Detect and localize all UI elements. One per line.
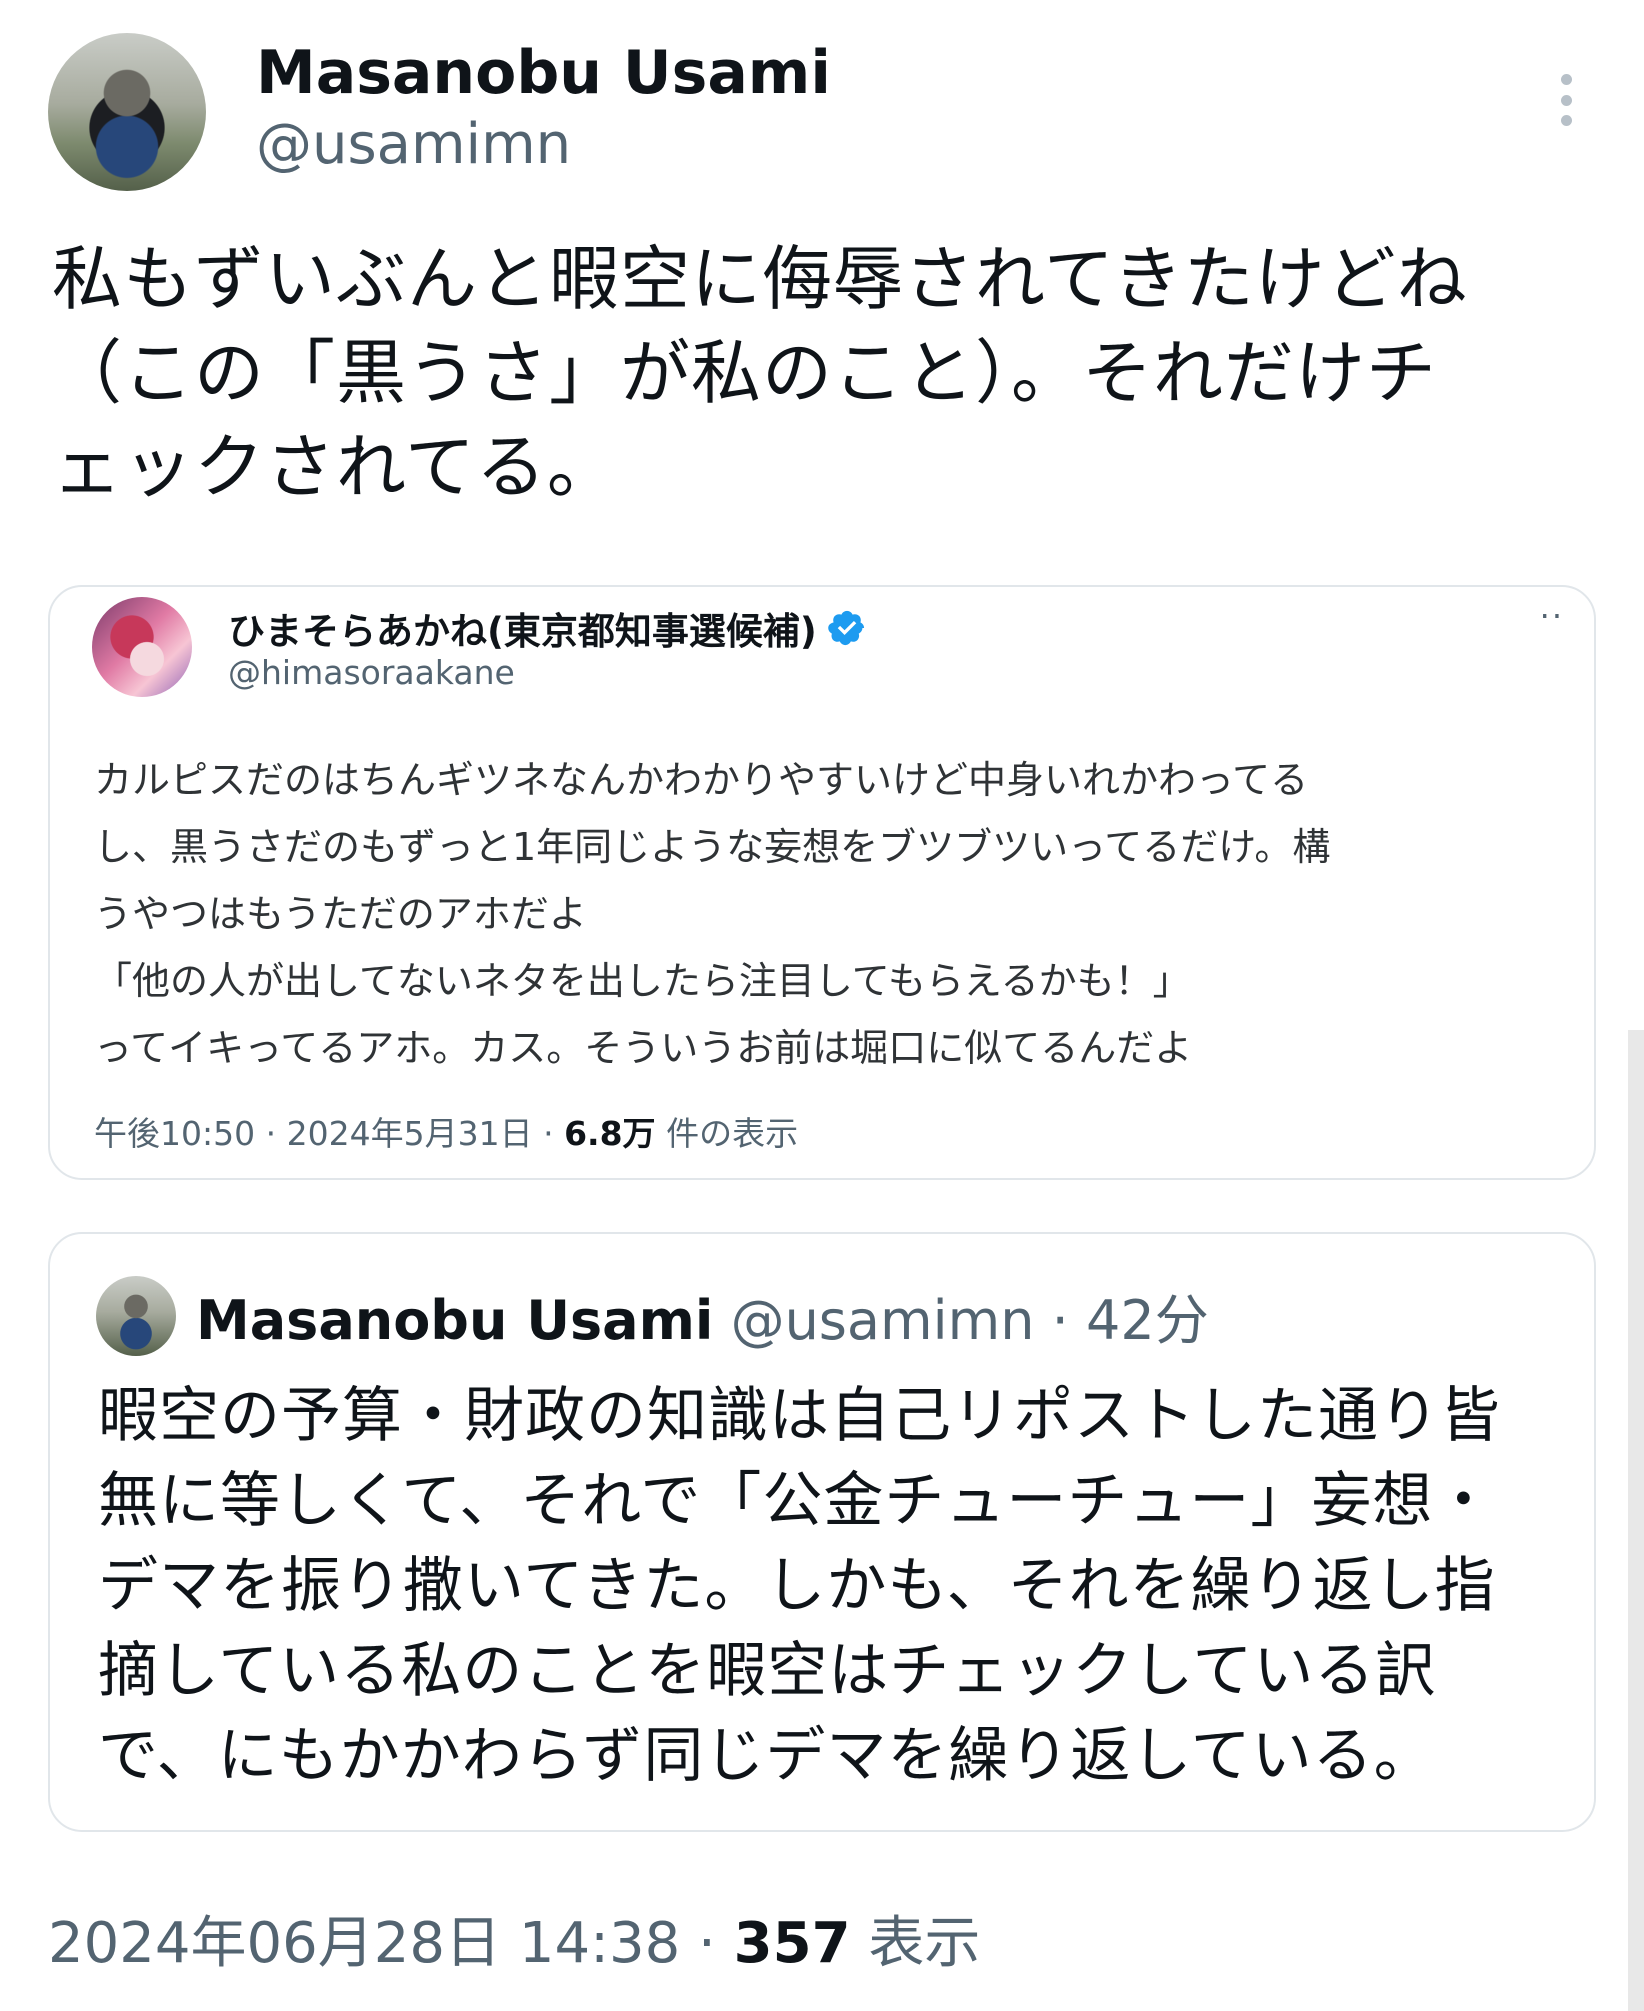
embedded-text-line: カルピスだのはちんギツネなんかわかりやすいけど中身いれかわってる xyxy=(94,758,1309,802)
embedded-text-line: 「他の人が出してないネタを出したら注目してもらえるかも！」 xyxy=(94,959,1191,1003)
separator: · xyxy=(698,1911,716,1976)
author-avatar[interactable] xyxy=(48,33,206,191)
author-handle[interactable]: @usamimn xyxy=(256,112,571,177)
post-text: 私もずいぶんと暇空に侮辱されてきたけどね （この「黒うさ」が私のこと）。それだけ… xyxy=(52,232,1612,514)
post-text-line: 私もずいぶんと暇空に侮辱されてきたけどね xyxy=(52,238,1468,320)
quoted-text-line: で、にもかかわらず同じデマを繰り返している。 xyxy=(98,1721,1435,1791)
views-count: 357 xyxy=(733,1911,851,1976)
scrollbar[interactable] xyxy=(1628,1030,1644,2011)
embedded-text-line: うやつはもうただのアホだよ xyxy=(94,892,587,936)
post-header: Masanobu Usami @usamimn xyxy=(0,0,1644,200)
embedded-post-meta: 午後10:50 · 2024年5月31日 · 6.8万 件の表示 xyxy=(94,1107,798,1155)
separator: · xyxy=(543,1114,554,1153)
embedded-author-row: ひまそらあかね(東京都知事選候補) xyxy=(228,601,867,655)
embedded-author-avatar[interactable] xyxy=(92,597,192,697)
quoted-author-handle[interactable]: @usamimn xyxy=(731,1289,1035,1352)
embedded-date[interactable]: 2024年5月31日 xyxy=(287,1114,533,1153)
more-horizontal-icon[interactable]: ·· xyxy=(1540,597,1564,635)
quoted-text-line: 無に等しくて、それで「公金チューチュー」妄想・ xyxy=(98,1466,1495,1536)
embedded-post-card[interactable]: ひまそらあかね(東京都知事選候補) @himasoraakane ·· カルピス… xyxy=(48,585,1596,1180)
quoted-post-card[interactable]: Masanobu Usami @usamimn · 42分 暇空の予算・財政の知… xyxy=(48,1232,1596,1832)
quoted-author-avatar[interactable] xyxy=(96,1276,176,1356)
quoted-post-text: 暇空の予算・財政の知識は自己リポストした通り皆 無に等しくて、それで「公金チュー… xyxy=(98,1374,1578,1799)
quoted-text-line: 暇空の予算・財政の知識は自己リポストした通り皆 xyxy=(98,1381,1501,1451)
quoted-author-name[interactable]: Masanobu Usami xyxy=(196,1289,713,1352)
separator: · xyxy=(265,1114,277,1153)
embedded-text-line: ってイキってるアホ。カス。そういうお前は堀口に似てるんだよ xyxy=(94,1026,1193,1070)
views-label: 表示 xyxy=(868,1911,981,1976)
more-vertical-icon[interactable] xyxy=(1546,70,1586,130)
post-text-line: （この「黒うさ」が私のこと）。それだけチ xyxy=(52,332,1437,414)
verified-badge-icon xyxy=(828,610,864,646)
separator: · xyxy=(1051,1289,1069,1352)
post-meta: 2024年06月28日 14:38 · 357 表示 xyxy=(48,1898,980,1979)
post-timestamp[interactable]: 2024年06月28日 14:38 xyxy=(48,1911,680,1976)
quoted-post-header: Masanobu Usami @usamimn · 42分 xyxy=(196,1276,1209,1355)
quoted-text-line: デマを振り撒いてきた。しかも、それを繰り返し指 xyxy=(98,1551,1496,1621)
post-text-line: ェックされてる。 xyxy=(52,426,618,508)
embedded-post-text: カルピスだのはちんギツネなんかわかりやすいけど中身いれかわってる し、黒うさだの… xyxy=(94,747,1574,1082)
quoted-relative-time[interactable]: 42分 xyxy=(1086,1289,1209,1352)
author-name[interactable]: Masanobu Usami xyxy=(256,38,831,108)
embedded-views-count: 6.8万 xyxy=(564,1114,656,1153)
embedded-text-line: し、黒うさだのもずっと1年同じような妄想をブツブツいってるだけ。構 xyxy=(94,825,1331,869)
quoted-text-line: 摘している私のことを暇空はチェックしている訳 xyxy=(98,1636,1437,1706)
embedded-author-name[interactable]: ひまそらあかね(東京都知事選候補) xyxy=(228,601,817,655)
embedded-author-handle[interactable]: @himasoraakane xyxy=(228,653,515,692)
embedded-time[interactable]: 午後10:50 xyxy=(94,1114,255,1153)
embedded-views-label: 件の表示 xyxy=(666,1114,799,1153)
